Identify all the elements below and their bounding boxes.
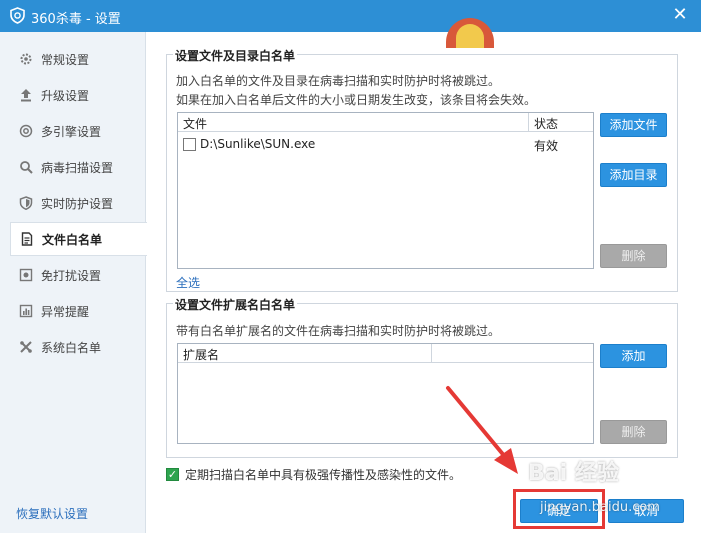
window-title: 360杀毒 - 设置 xyxy=(31,12,121,27)
file-whitelist-table: 文件 状态 D:\Sunlike\SUN.exe 有效 xyxy=(177,112,594,269)
sidebar-item-label: 系统白名单 xyxy=(41,340,102,355)
watermark-url: jingyan.baidu.com xyxy=(540,500,660,515)
title-bar: 360杀毒 - 设置 ✕ xyxy=(0,0,701,48)
table-header: 扩展名 xyxy=(178,344,593,363)
file-whitelist-title: 设置文件及目录白名单 xyxy=(173,47,298,64)
column-header-file[interactable]: 文件 xyxy=(183,115,207,132)
extension-whitelist-description: 带有白名单扩展名的文件在病毒扫描和实时防护时将被跳过。 xyxy=(176,324,501,338)
sidebar-item-label: 升级设置 xyxy=(41,88,90,103)
sidebar-item-do-not-disturb[interactable]: 免打扰设置 xyxy=(0,258,146,292)
do-not-disturb-icon xyxy=(19,268,33,282)
sidebar-item-label: 实时防护设置 xyxy=(41,196,114,211)
file-status: 有效 xyxy=(534,139,559,153)
extension-whitelist-table: 扩展名 xyxy=(177,343,594,444)
sidebar-item-label: 病毒扫描设置 xyxy=(41,160,114,175)
periodic-scan-label: 定期扫描白名单中具有极强传播性及感染性的文件。 xyxy=(185,468,462,482)
column-header-status[interactable]: 状态 xyxy=(534,115,558,132)
shield-icon xyxy=(19,196,33,210)
table-row[interactable]: D:\Sunlike\SUN.exe 有效 xyxy=(178,134,593,156)
column-divider[interactable] xyxy=(528,113,529,132)
select-all-link[interactable]: 全选 xyxy=(176,274,200,291)
table-header: 文件 状态 xyxy=(178,113,593,132)
sidebar-item-label: 异常提醒 xyxy=(41,304,90,319)
sidebar-item-engines[interactable]: 多引擎设置 xyxy=(0,114,146,148)
row-checkbox[interactable] xyxy=(183,138,196,151)
close-icon[interactable]: ✕ xyxy=(668,4,692,26)
sidebar-item-virus-scan[interactable]: 病毒扫描设置 xyxy=(0,150,146,184)
restore-defaults-link[interactable]: 恢复默认设置 xyxy=(16,505,88,522)
periodic-scan-checkbox[interactable]: ✓ xyxy=(166,468,179,481)
sidebar-item-upgrade[interactable]: 升级设置 xyxy=(0,78,146,112)
document-icon xyxy=(20,232,34,246)
engine-icon xyxy=(19,124,33,138)
sidebar-item-label: 多引擎设置 xyxy=(41,124,102,139)
file-path: D:\Sunlike\SUN.exe xyxy=(200,137,316,151)
add-extension-button[interactable]: 添加 xyxy=(600,344,667,368)
periodic-scan-option[interactable]: ✓ 定期扫描白名单中具有极强传播性及感染性的文件。 xyxy=(166,466,461,483)
sidebar-item-system-whitelist[interactable]: 系统白名单 xyxy=(0,330,146,364)
sidebar-item-realtime-protection[interactable]: 实时防护设置 xyxy=(0,186,146,220)
file-whitelist-description-1: 加入白名单的文件及目录在病毒扫描和实时防护时将被跳过。 xyxy=(176,74,501,88)
mascot-avatar xyxy=(446,18,494,48)
add-directory-button[interactable]: 添加目录 xyxy=(600,163,667,187)
extension-whitelist-title: 设置文件扩展名白名单 xyxy=(173,296,298,313)
sidebar-item-label: 文件白名单 xyxy=(42,232,103,247)
tools-icon xyxy=(19,340,33,354)
settings-sidebar: 常规设置 升级设置 多引擎设置 病毒扫描设置 实时防护设置 文件白名单 免打扰设… xyxy=(0,32,147,533)
sidebar-item-general[interactable]: 常规设置 xyxy=(0,42,146,76)
column-header-extension[interactable]: 扩展名 xyxy=(183,346,219,363)
sidebar-item-label: 免打扰设置 xyxy=(41,268,102,283)
sidebar-item-label: 常规设置 xyxy=(41,52,90,67)
watermark-logo: Bai 经验 xyxy=(528,461,619,486)
file-whitelist-description-2: 如果在加入白名单后文件的大小或日期发生改变，该条目将会失效。 xyxy=(176,93,537,107)
add-file-button[interactable]: 添加文件 xyxy=(600,113,667,137)
search-icon xyxy=(19,160,33,174)
column-divider[interactable] xyxy=(431,344,432,363)
delete-extension-button[interactable]: 删除 xyxy=(600,420,667,444)
gear-icon xyxy=(19,52,33,66)
360-shield-logo-icon xyxy=(10,7,25,24)
chart-icon xyxy=(19,304,33,318)
sidebar-item-file-whitelist[interactable]: 文件白名单 xyxy=(10,222,147,256)
delete-file-button[interactable]: 删除 xyxy=(600,244,667,268)
upload-icon xyxy=(19,88,33,102)
sidebar-item-alerts[interactable]: 异常提醒 xyxy=(0,294,146,328)
